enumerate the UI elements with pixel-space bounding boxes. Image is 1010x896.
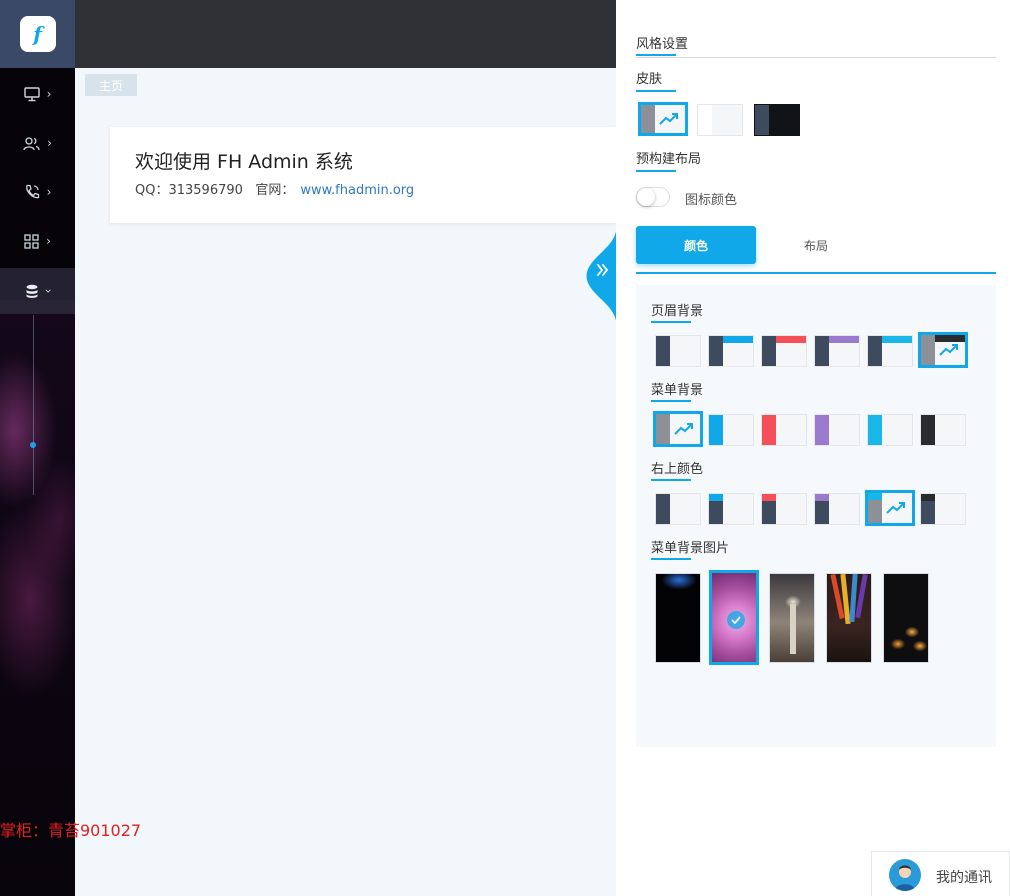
menu-swatch-black[interactable] [920, 414, 966, 446]
menu-swatch-cyan[interactable] [867, 414, 913, 446]
topright-swatch-plain[interactable] [655, 493, 701, 525]
menu-swatch-navy[interactable] [653, 411, 703, 447]
welcome-contact-line: QQ：313596790 官网： www.fhadmin.org [135, 179, 414, 198]
menu-swatch-blue[interactable] [708, 414, 754, 446]
header-bg-underline [651, 321, 691, 323]
header-swatch-red[interactable] [761, 335, 807, 367]
chevron-down-icon: › [41, 288, 55, 294]
grid-icon [24, 233, 39, 249]
welcome-card: 欢迎使用 FH Admin 系统 QQ：313596790 官网： www.fha… [110, 127, 616, 223]
menu-bg-image-pencils[interactable] [826, 573, 872, 663]
watermark-text: 掌柜：青苔901027 [0, 821, 142, 840]
header-swatch-purple[interactable] [814, 335, 860, 367]
panel-title: 风格设置 [636, 37, 689, 52]
menu-bg-image-underline [651, 558, 691, 560]
topright-swatch-purple[interactable] [814, 493, 860, 525]
welcome-title: 欢迎使用 FH Admin 系统 [135, 151, 353, 173]
avatar [889, 859, 921, 891]
header-bg-label: 页眉背景 [651, 304, 704, 319]
topright-swatch-blue[interactable] [708, 493, 754, 525]
submenu-track [33, 315, 34, 495]
contact-label: 我的通讯 [936, 870, 992, 886]
menu-swatch-purple[interactable] [814, 414, 860, 446]
menu-bg-underline [651, 400, 691, 402]
skin-swatch-light[interactable] [697, 104, 743, 136]
contact-widget[interactable]: 我的通讯 [871, 851, 1010, 896]
title-underline [636, 54, 676, 56]
skin-swatch-dark[interactable] [754, 104, 800, 136]
topright-swatch-black[interactable] [920, 493, 966, 525]
phone-icon [25, 184, 39, 199]
trend-check-icon [674, 423, 693, 435]
tab-home[interactable]: 主页 [85, 74, 137, 96]
skin-swatch-grey[interactable] [638, 102, 688, 136]
menu-bg-image-lighthouse[interactable] [769, 573, 815, 663]
sidebar-item-database[interactable]: › [0, 268, 75, 314]
trend-check-icon [886, 502, 905, 514]
skin-underline [636, 90, 676, 92]
chevron-right-icon: › [47, 136, 52, 150]
icon-color-toggle[interactable] [636, 187, 670, 207]
menu-bg-image-label: 菜单背景图片 [651, 541, 730, 556]
logo-area: f [0, 0, 75, 68]
database-icon [26, 284, 38, 298]
sidebar-item-monitor[interactable]: › [0, 70, 75, 118]
header-swatch-blue[interactable] [708, 335, 754, 367]
sidebar-item-grid[interactable]: › [0, 217, 75, 265]
sidebar-item-phone[interactable]: › [0, 168, 75, 216]
header-swatch-cyan[interactable] [867, 335, 913, 367]
site-link[interactable]: www.fhadmin.org [300, 183, 414, 198]
icon-color-label: 图标颜色 [685, 193, 738, 208]
chevron-right-icon: › [46, 234, 51, 248]
selected-check-icon [727, 611, 745, 629]
chevron-right-icon: › [46, 87, 52, 101]
trend-check-icon [659, 113, 678, 125]
skin-label: 皮肤 [636, 72, 663, 87]
tab-color[interactable]: 颜色 [636, 226, 756, 264]
users-icon [23, 136, 40, 150]
trend-check-icon [939, 344, 958, 356]
topright-swatch-cyan[interactable] [865, 490, 915, 526]
prebuilt-underline [636, 170, 676, 172]
topright-swatch-red[interactable] [761, 493, 807, 525]
header-swatch-plain[interactable] [655, 335, 701, 367]
title-divider [636, 57, 996, 58]
tab-bar-underline [636, 272, 996, 274]
site-label: 官网： [255, 183, 295, 198]
style-settings-panel: 风格设置 皮肤 预构建布局 图标颜色 颜色 布局 页眉背景 菜单背景 右上颜色 … [616, 0, 1010, 896]
tab-layout[interactable]: 布局 [756, 226, 876, 264]
monitor-icon [23, 86, 40, 101]
sidebar-item-users[interactable]: › [0, 119, 75, 167]
submenu-indicator-dot [30, 442, 36, 448]
top-right-underline [651, 479, 691, 481]
sidebar: f › › › › › [0, 0, 75, 896]
menu-bg-image-blue-flower[interactable] [655, 573, 701, 663]
prebuilt-layout-label: 预构建布局 [636, 152, 702, 167]
sidebar-background-image [0, 300, 75, 896]
menu-bg-image-candles[interactable] [883, 573, 929, 663]
menu-swatch-red[interactable] [761, 414, 807, 446]
toggle-knob [637, 188, 655, 206]
panel-collapse-tab[interactable] [585, 224, 617, 328]
chevron-right-icon: › [46, 185, 52, 199]
qq-number: QQ：313596790 [135, 183, 243, 198]
top-right-color-label: 右上颜色 [651, 462, 704, 477]
menu-bg-label: 菜单背景 [651, 383, 704, 398]
logo-icon[interactable]: f [19, 16, 56, 52]
header-swatch-black[interactable] [918, 332, 968, 368]
menu-bg-image-pink-flower[interactable] [709, 570, 759, 665]
top-header-bar [75, 0, 616, 68]
